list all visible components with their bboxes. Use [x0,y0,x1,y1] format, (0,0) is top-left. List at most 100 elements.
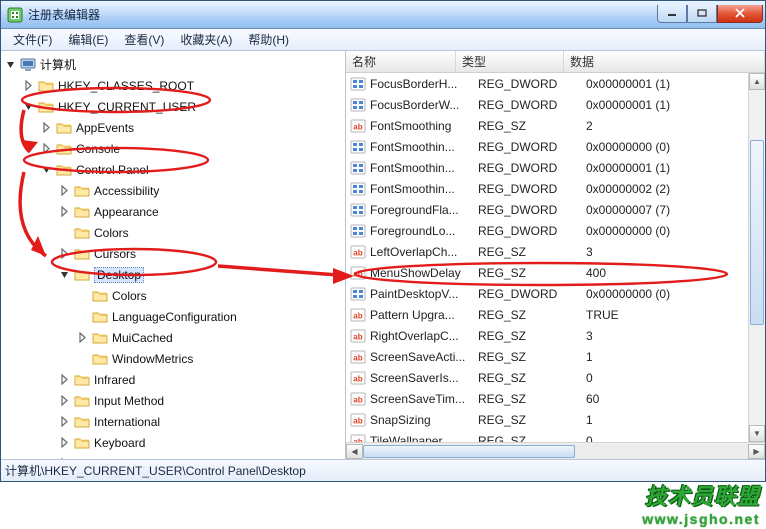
value-data: 0x00000002 (2) [586,182,748,196]
reg-dword-icon [350,223,366,239]
list-body[interactable]: FocusBorderH...REG_DWORD0x00000001 (1)Fo… [346,73,748,442]
tree-node[interactable]: Cursors [1,243,345,264]
reg-dword-icon [350,139,366,155]
tree-node[interactable]: HKEY_CURRENT_USER [1,96,345,117]
scroll-thumb[interactable] [750,140,764,324]
expand-icon[interactable] [59,416,70,427]
tree-node[interactable]: WindowMetrics [1,348,345,369]
expand-icon[interactable] [59,269,70,280]
list-row[interactable]: FontSmoothingREG_SZ2 [346,115,748,136]
value-type: REG_DWORD [478,140,586,154]
tree-node[interactable]: Keyboard [1,432,345,453]
list-row[interactable]: ForegroundLo...REG_DWORD0x00000000 (0) [346,220,748,241]
tree-root-node[interactable]: 计算机 [1,54,345,75]
list-row[interactable]: ForegroundFla...REG_DWORD0x00000007 (7) [346,199,748,220]
value-data: 3 [586,329,748,343]
tree-node[interactable]: Accessibility [1,180,345,201]
scroll-hthumb[interactable] [363,445,575,458]
menu-edit[interactable]: 编辑(E) [60,29,116,50]
menu-help[interactable]: 帮助(H) [240,29,297,50]
header-type[interactable]: 类型 [456,51,564,72]
close-button[interactable] [717,5,763,23]
maximize-button[interactable] [687,5,717,23]
expand-icon[interactable] [59,248,70,259]
value-type: REG_SZ [478,413,586,427]
list-row[interactable]: FocusBorderW...REG_DWORD0x00000001 (1) [346,94,748,115]
tree-node[interactable]: Input Method [1,390,345,411]
tree-node[interactable]: LanguageConfiguration [1,306,345,327]
reg-sz-icon [350,307,366,323]
titlebar[interactable]: 注册表编辑器 [1,1,765,29]
expand-icon[interactable] [59,374,70,385]
tree-node[interactable]: Desktop [1,264,345,285]
tree-node[interactable]: Mouse [1,453,345,459]
expand-icon[interactable] [59,458,70,459]
list-row[interactable]: LeftOverlapCh...REG_SZ3 [346,241,748,262]
tree-node[interactable]: Colors [1,222,345,243]
expand-icon[interactable] [59,206,70,217]
tree-label: HKEY_CLASSES_ROOT [58,79,194,93]
value-type: REG_SZ [478,245,586,259]
value-name: TileWallpaper [370,434,478,443]
menu-favorites[interactable]: 收藏夹(A) [172,29,240,50]
reg-sz-icon [350,328,366,344]
list-row[interactable]: RightOverlapC...REG_SZ3 [346,325,748,346]
folder-icon [38,99,54,115]
minimize-button[interactable] [657,5,687,23]
expand-icon[interactable] [59,437,70,448]
tree-node[interactable]: MuiCached [1,327,345,348]
list-row[interactable]: Pattern Upgra...REG_SZTRUE [346,304,748,325]
list-row[interactable]: ScreenSaveTim...REG_SZ60 [346,388,748,409]
scroll-right-button[interactable]: ▶ [748,444,765,459]
scroll-left-button[interactable]: ◀ [346,444,363,459]
tree-pane[interactable]: 计算机HKEY_CLASSES_ROOTHKEY_CURRENT_USERApp… [1,51,346,459]
value-name: FontSmoothin... [370,161,478,175]
scroll-up-button[interactable]: ▲ [749,73,765,90]
expand-icon[interactable] [59,185,70,196]
expand-icon[interactable] [23,101,34,112]
list-row[interactable]: MenuShowDelayREG_SZ400 [346,262,748,283]
tree-node[interactable]: Control Panel [1,159,345,180]
tree-node[interactable]: Console [1,138,345,159]
reg-dword-icon [350,181,366,197]
scroll-down-button[interactable]: ▼ [749,425,765,442]
tree-label: Desktop [94,267,144,283]
tree-node[interactable]: Infrared [1,369,345,390]
folder-icon [74,393,90,409]
list-row[interactable]: FontSmoothin...REG_DWORD0x00000002 (2) [346,178,748,199]
value-name: RightOverlapC... [370,329,478,343]
list-row[interactable]: FontSmoothin...REG_DWORD0x00000000 (0) [346,136,748,157]
list-row[interactable]: TileWallpaperREG_SZ0 [346,430,748,442]
tree-node[interactable]: Colors [1,285,345,306]
value-name: ForegroundFla... [370,203,478,217]
reg-dword-icon [350,202,366,218]
menu-view[interactable]: 查看(V) [116,29,172,50]
expand-icon[interactable] [41,143,52,154]
scroll-track[interactable] [749,90,765,425]
list-row[interactable]: FocusBorderH...REG_DWORD0x00000001 (1) [346,73,748,94]
folder-icon [56,120,72,136]
expand-icon[interactable] [41,164,52,175]
expand-icon[interactable] [41,122,52,133]
expand-icon[interactable] [23,80,34,91]
tree-node[interactable]: International [1,411,345,432]
horizontal-scrollbar[interactable]: ◀ ▶ [346,442,765,459]
list-row[interactable]: ScreenSaveActi...REG_SZ1 [346,346,748,367]
header-data[interactable]: 数据 [564,51,765,72]
list-row[interactable]: PaintDesktopV...REG_DWORD0x00000000 (0) [346,283,748,304]
expand-icon[interactable] [77,332,88,343]
value-name: ScreenSaveActi... [370,350,478,364]
tree-node[interactable]: HKEY_CLASSES_ROOT [1,75,345,96]
reg-sz-icon [350,244,366,260]
tree-node[interactable]: Appearance [1,201,345,222]
tree-node[interactable]: AppEvents [1,117,345,138]
scroll-htrack[interactable] [363,444,748,459]
expand-icon[interactable] [5,59,16,70]
list-row[interactable]: SnapSizingREG_SZ1 [346,409,748,430]
header-name[interactable]: 名称 [346,51,456,72]
list-row[interactable]: ScreenSaverIs...REG_SZ0 [346,367,748,388]
expand-icon[interactable] [59,395,70,406]
list-row[interactable]: FontSmoothin...REG_DWORD0x00000001 (1) [346,157,748,178]
vertical-scrollbar[interactable]: ▲ ▼ [748,73,765,442]
menu-file[interactable]: 文件(F) [5,29,60,50]
